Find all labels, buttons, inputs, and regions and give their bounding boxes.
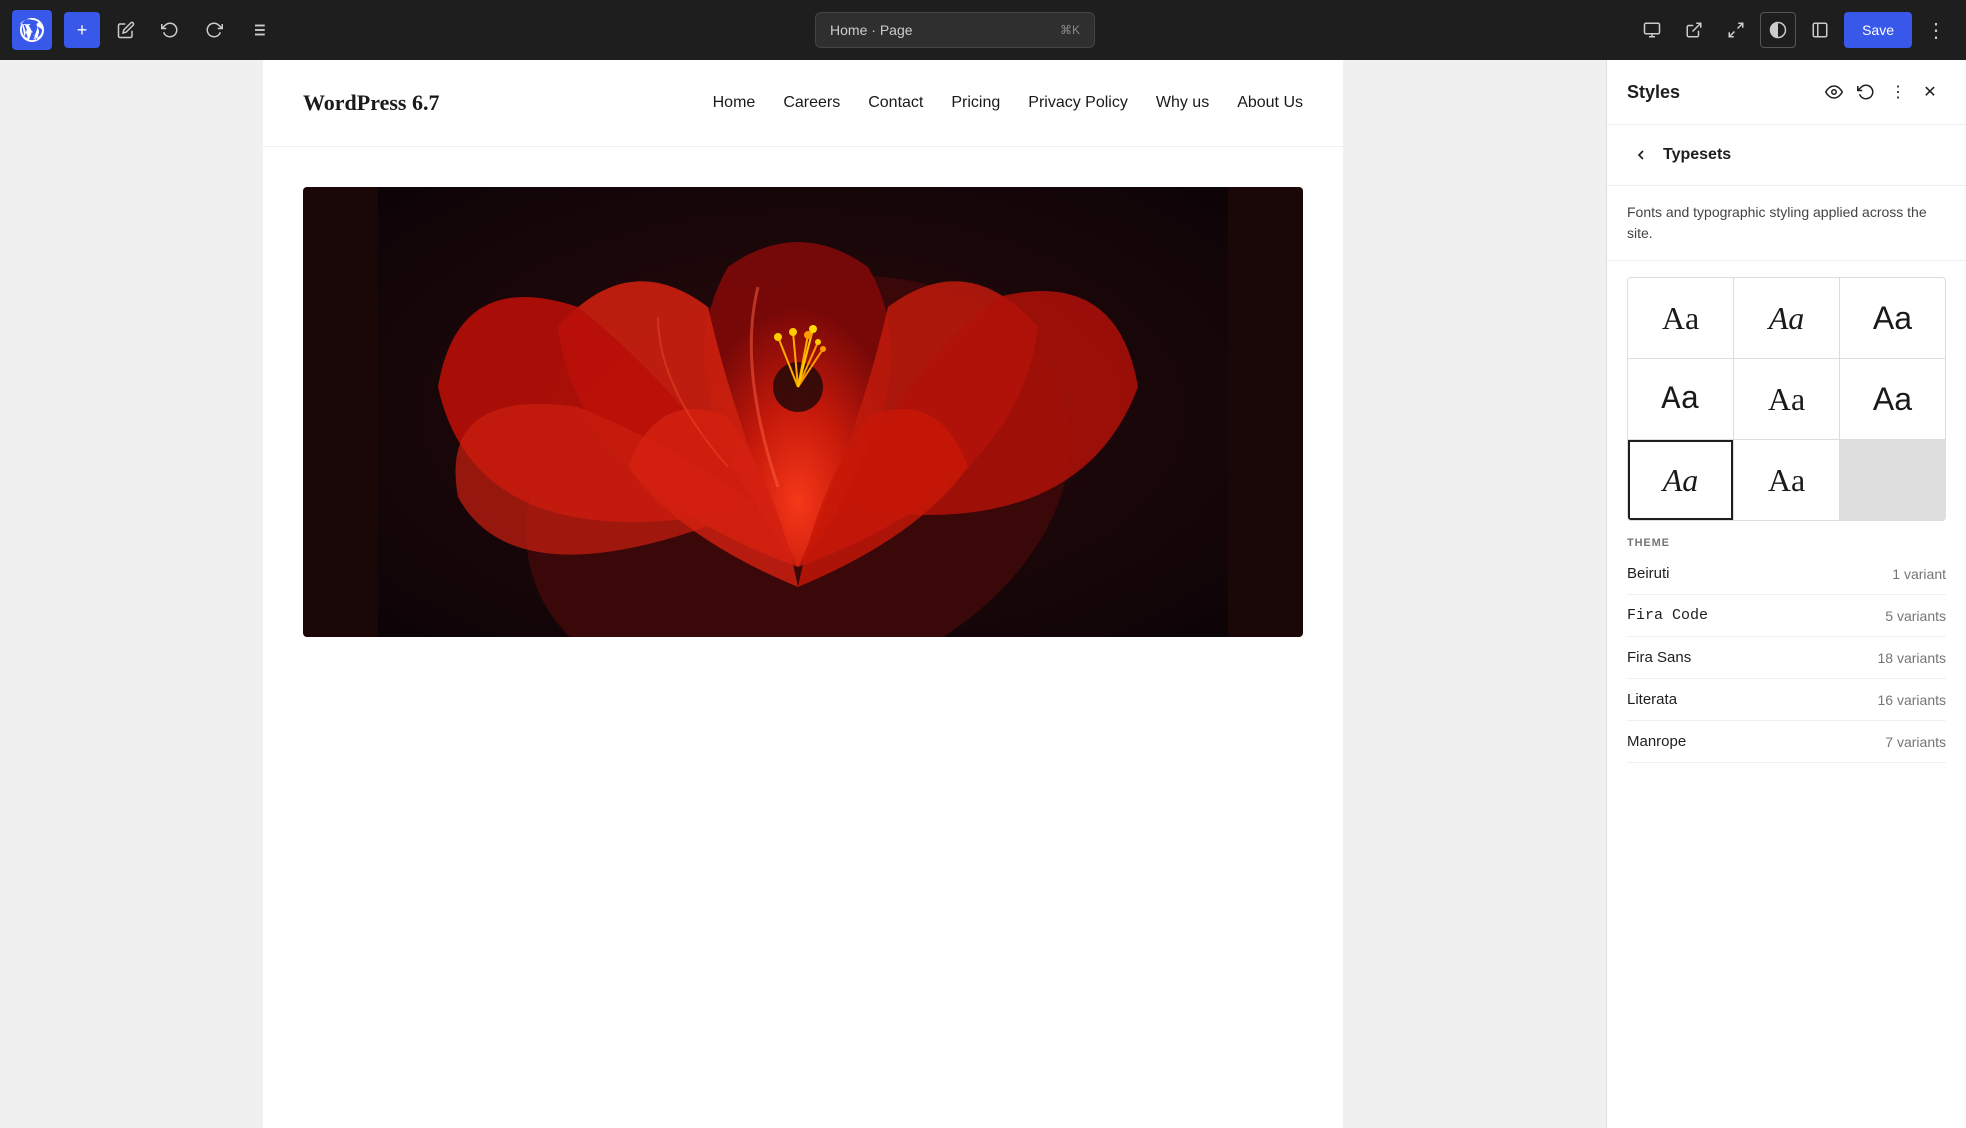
canvas-area: WordPress 6.7 Home Careers Contact Prici… [0,60,1606,1128]
desktop-view-button[interactable] [1634,12,1670,48]
undo-icon [161,21,179,39]
undo-button[interactable] [152,12,188,48]
nav-why-us[interactable]: Why us [1156,94,1209,112]
edit-button[interactable] [108,12,144,48]
font-grid: Aa Aa Aa Aa Aa Aa Aa Platypi & Literata [1627,277,1946,521]
main-layout: WordPress 6.7 Home Careers Contact Prici… [0,60,1966,1128]
hero-image [303,187,1303,637]
resize-icon [1727,21,1745,39]
dark-mode-button[interactable] [1760,12,1796,48]
site-header: WordPress 6.7 Home Careers Contact Prici… [263,60,1343,147]
styles-more-button[interactable]: ⋮ [1882,76,1914,108]
pencil-icon [117,21,135,39]
font-name-fira-sans: Fira Sans [1627,649,1878,666]
add-block-button[interactable]: + [64,12,100,48]
desktop-icon [1643,21,1661,39]
eye-icon [1825,83,1843,101]
typesets-description: Fonts and typographic styling applied ac… [1607,186,1966,261]
search-bar[interactable]: Home · Page ⌘K [815,12,1095,48]
panel-title: Styles [1627,82,1818,103]
external-link-button[interactable] [1676,12,1712,48]
font-variants-beiruti: 1 variant [1892,566,1946,582]
font-variants-fira-code: 5 variants [1885,608,1946,624]
sidebar-icon [1811,21,1829,39]
font-sample-3: Aa [1873,300,1912,337]
font-sample-7: Aa [1663,462,1699,499]
font-name-beiruti: Beiruti [1627,565,1892,582]
site-preview: WordPress 6.7 Home Careers Contact Prici… [263,60,1343,1128]
nav-home[interactable]: Home [713,94,756,112]
nav-careers[interactable]: Careers [783,94,840,112]
nav-about-us[interactable]: About Us [1237,94,1303,112]
font-name-literata: Literata [1627,691,1878,708]
nav-privacy-policy[interactable]: Privacy Policy [1028,94,1128,112]
more-options-button[interactable]: ⋮ [1918,12,1954,48]
font-variants-literata: 16 variants [1878,692,1946,708]
font-variants-manrope: 7 variants [1885,734,1946,750]
font-card-8[interactable]: Aa [1734,440,1839,520]
font-row-manrope[interactable]: Manrope 7 variants [1627,721,1946,763]
font-row-fira-code[interactable]: Fira Code 5 variants [1627,595,1946,637]
nav-contact[interactable]: Contact [868,94,923,112]
font-sample-5: Aa [1768,381,1805,418]
toolbar-center: Home · Page ⌘K [284,12,1626,48]
font-row-beiruti[interactable]: Beiruti 1 variant [1627,553,1946,595]
font-row-literata[interactable]: Literata 16 variants [1627,679,1946,721]
redo-button[interactable] [196,12,232,48]
panel-close-button[interactable]: ✕ [1914,76,1946,108]
list-icon [249,21,267,39]
styles-history-button[interactable] [1850,76,1882,108]
layout-button[interactable] [1802,12,1838,48]
font-card-1[interactable]: Aa [1628,278,1733,358]
back-arrow-icon [1633,147,1649,163]
font-sample-4: Aa [1661,381,1699,418]
font-variants-fira-sans: 18 variants [1878,650,1946,666]
search-bar-title: Home · Page [830,22,912,38]
wp-logo [12,10,52,50]
typesets-header: Typesets [1607,125,1966,186]
styles-view-button[interactable] [1818,76,1850,108]
nav-pricing[interactable]: Pricing [951,94,1000,112]
save-button[interactable]: Save [1844,12,1912,48]
wp-logo-icon [20,18,44,42]
theme-section: THEME Beiruti 1 variant Fira Code 5 vari… [1607,521,1966,763]
font-name-fira-code: Fira Code [1627,607,1885,624]
font-list: Beiruti 1 variant Fira Code 5 variants F… [1627,553,1946,763]
history-icon [1857,83,1875,101]
toolbar: + Home · Page ⌘K [0,0,1966,60]
list-view-button[interactable] [240,12,276,48]
redo-icon [205,21,223,39]
font-sample-2: Aa [1769,300,1805,337]
back-button[interactable] [1627,141,1655,169]
typesets-title: Typesets [1663,146,1731,164]
font-card-5[interactable]: Aa [1734,359,1839,439]
font-sample-8: Aa [1768,462,1805,499]
font-sample-1: Aa [1662,300,1699,337]
resize-button[interactable] [1718,12,1754,48]
contrast-icon [1769,21,1787,39]
site-nav: Home Careers Contact Pricing Privacy Pol… [713,94,1303,112]
hero-flower-image [303,187,1303,637]
external-link-icon [1685,21,1703,39]
panel-header: Styles ⋮ ✕ [1607,60,1966,125]
theme-label: THEME [1627,537,1946,549]
font-sample-6: Aa [1873,381,1912,418]
font-card-6[interactable]: Aa [1840,359,1945,439]
site-logo: WordPress 6.7 [303,90,439,116]
font-card-4[interactable]: Aa [1628,359,1733,439]
search-shortcut: ⌘K [1060,23,1080,37]
font-name-manrope: Manrope [1627,733,1885,750]
font-card-7[interactable]: Aa Platypi & Literata [1628,440,1733,520]
font-card-3[interactable]: Aa [1840,278,1945,358]
font-card-2[interactable]: Aa [1734,278,1839,358]
right-panel: Styles ⋮ ✕ Typesets Fo [1606,60,1966,1128]
toolbar-right: Save ⋮ [1634,12,1954,48]
font-row-fira-sans[interactable]: Fira Sans 18 variants [1627,637,1946,679]
